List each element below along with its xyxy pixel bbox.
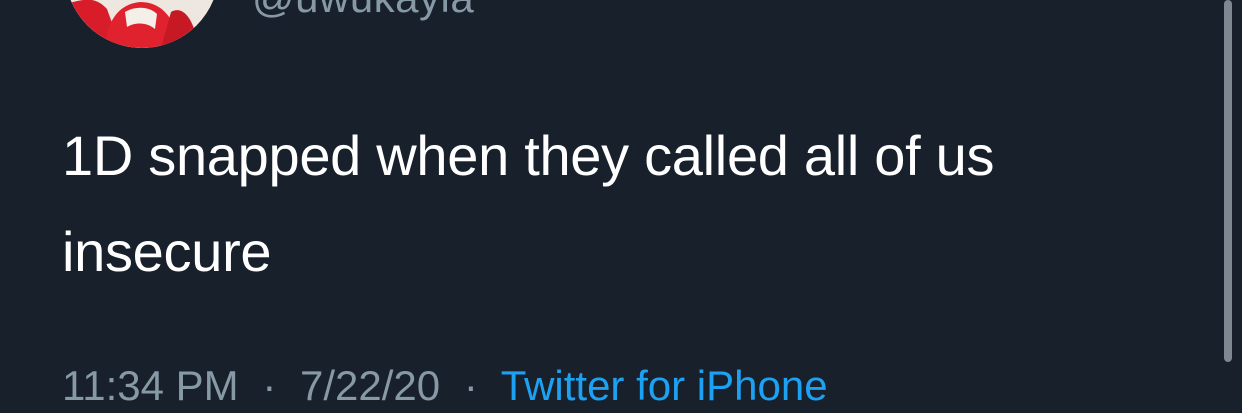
tweet-text: 1D snapped when they called all of us in… <box>62 108 1182 300</box>
tweet-time[interactable]: 11:34 PM <box>62 362 239 409</box>
tweet-card: @uwukayla 1D snapped when they called al… <box>0 0 1242 413</box>
tweet-metadata: 11:34 PM · 7/22/20 · Twitter for iPhone <box>62 362 828 410</box>
avatar-image-icon <box>65 0 219 48</box>
tweet-date[interactable]: 7/22/20 <box>300 362 440 409</box>
tweet-text-line: 1D snapped when they called all of us <box>62 124 995 187</box>
tweet-source-link[interactable]: Twitter for iPhone <box>501 362 828 409</box>
meta-separator: · <box>262 362 277 409</box>
meta-separator: · <box>463 362 478 409</box>
tweet-text-line: insecure <box>62 220 272 283</box>
scrollbar[interactable] <box>1224 0 1232 362</box>
avatar[interactable] <box>65 0 219 48</box>
author-handle[interactable]: @uwukayla <box>252 0 474 22</box>
